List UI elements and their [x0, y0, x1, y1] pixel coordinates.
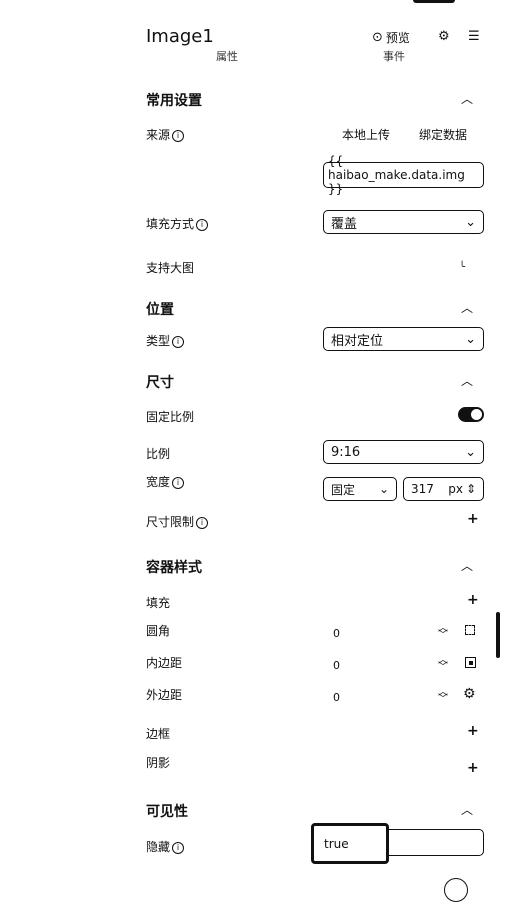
size-limit-label: 尺寸限制 i [146, 513, 209, 530]
position-type-select[interactable]: 相对定位 ⌄ [323, 327, 484, 351]
chevron-up-icon[interactable]: ︿ [461, 372, 473, 389]
add-border-icon[interactable]: + [467, 723, 479, 739]
chevron-down-icon: ⌄ [465, 444, 476, 460]
fill-label: 填充 [146, 596, 171, 610]
section-container-title: 容器样式 [146, 560, 202, 576]
padding-label: 内边距 [146, 656, 183, 670]
fill-mode-label: 填充方式 i [146, 215, 209, 232]
add-shadow-icon[interactable]: + [467, 760, 479, 776]
chevron-up-icon[interactable]: ︿ [461, 801, 473, 818]
upload-local-option[interactable]: 本地上传 [342, 126, 390, 143]
component-title: Image1 [146, 26, 214, 47]
chevron-up-icon[interactable]: ︿ [461, 90, 473, 107]
info-icon: i [172, 477, 185, 489]
padding-value[interactable]: 0 [333, 659, 340, 672]
top-edge-handle [413, 0, 455, 3]
ratio-select[interactable]: 9:16 ⌄ [323, 440, 484, 464]
ratio-label: 比例 [146, 447, 171, 461]
border-label: 边框 [146, 727, 171, 741]
fill-mode-select[interactable]: 覆盖 ⌄ [323, 210, 484, 234]
fixed-ratio-label: 固定比例 [146, 410, 195, 424]
source-binding-input[interactable]: {{ haibao_make.data.img }} [323, 154, 484, 196]
fixed-ratio-toggle[interactable] [458, 407, 484, 422]
radius-stepper-icon[interactable]: ︿ ﹀ [438, 624, 448, 641]
hidden-label: 隐藏 i [146, 838, 185, 855]
support-large-image-label: 支持大图 [146, 261, 195, 275]
shadow-label: 阴影 [146, 756, 171, 770]
margin-value[interactable]: 0 [333, 691, 340, 704]
position-type-label: 类型 i [146, 332, 185, 349]
section-visibility-title: 可见性 [146, 804, 188, 820]
settings-icon[interactable]: ⚙ [438, 29, 450, 44]
section-position-title: 位置 [146, 302, 174, 318]
tab-properties[interactable]: 属性 [216, 48, 238, 64]
collapse-panel-icon[interactable]: ☰ [468, 29, 480, 44]
radius-label: 圆角 [146, 624, 171, 638]
padding-stepper-icon[interactable]: ︿ ﹀ [438, 656, 448, 673]
up-down-arrows-icon: ⇕ [465, 482, 476, 496]
scrollbar-thumb[interactable] [496, 612, 500, 658]
source-label: 来源 i [146, 126, 185, 143]
chevron-up-icon[interactable]: ︿ [461, 299, 473, 316]
margin-label: 外边距 [146, 688, 183, 702]
preview-label: 预览 [385, 31, 410, 45]
info-icon: i [172, 130, 185, 142]
add-fill-icon[interactable]: + [467, 592, 479, 608]
chevron-up-icon[interactable]: ︿ [461, 557, 473, 574]
play-circle-icon: ⊙ [372, 30, 383, 45]
info-icon: i [172, 336, 185, 348]
chevron-down-icon: ⌄ [465, 214, 476, 230]
margin-icon[interactable]: ⚙ [463, 686, 476, 702]
width-input[interactable]: 317 px ⇕ [403, 477, 484, 501]
info-icon: i [196, 219, 209, 231]
margin-stepper-icon[interactable]: ︿ ﹀ [438, 688, 448, 705]
radius-value[interactable]: 0 [333, 627, 340, 640]
section-common-title: 常用设置 [146, 93, 202, 109]
preview-button[interactable]: ⊙ 预览 [372, 29, 410, 46]
chevron-down-icon: ⌄ [378, 482, 389, 496]
chevron-down-icon: ⌄ [465, 331, 476, 347]
bind-data-option[interactable]: 绑定数据 [419, 126, 467, 143]
width-label: 宽度 i [146, 473, 185, 490]
info-icon: i [172, 842, 185, 854]
add-size-limit-icon[interactable]: + [467, 511, 479, 527]
section-size-title: 尺寸 [146, 375, 174, 391]
padding-icon[interactable] [465, 657, 476, 668]
large-image-switch[interactable]: ╰ [459, 262, 465, 273]
tab-events[interactable]: 事件 [383, 48, 405, 64]
help-circle-icon[interactable] [444, 878, 468, 902]
info-icon: i [196, 517, 209, 529]
corner-radius-icon[interactable] [465, 625, 475, 635]
toggle-knob [471, 409, 482, 420]
width-mode-select[interactable]: 固定 ⌄ [323, 477, 397, 501]
hidden-value-highlight[interactable]: true [311, 823, 389, 864]
